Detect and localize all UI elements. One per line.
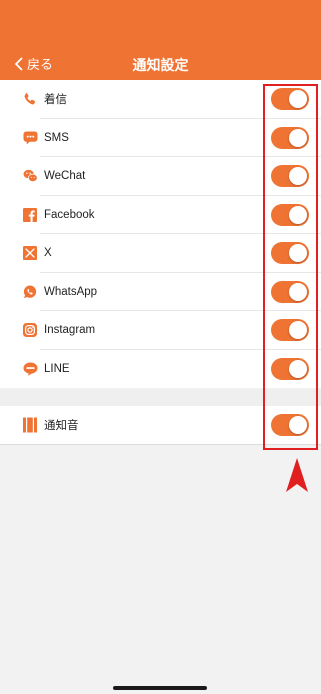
page-title: 通知設定 [132,57,189,73]
setting-label: LINE [44,362,70,375]
setting-label: 着信 [44,94,67,107]
wechat-icon [22,168,38,184]
home-indicator [113,686,207,690]
setting-label: X [44,247,52,260]
setting-label: SMS [44,131,69,144]
sound-icon [22,417,38,433]
phone-icon [22,91,38,107]
sms-icon [22,130,38,146]
line-icon [22,361,38,377]
whatsapp-icon [22,284,38,300]
nav-header: 戻る 通知設定 [0,0,321,80]
setting-label: Facebook [44,208,95,221]
setting-label: WeChat [44,170,86,183]
arrow-up-icon [286,458,308,492]
setting-label: 通知音 [44,420,79,432]
setting-label: WhatsApp [44,285,98,298]
facebook-icon [22,207,38,223]
x-icon [22,245,38,261]
instagram-icon [22,322,38,338]
setting-label: Instagram [44,324,96,337]
toggle-highlight-box [263,84,318,450]
